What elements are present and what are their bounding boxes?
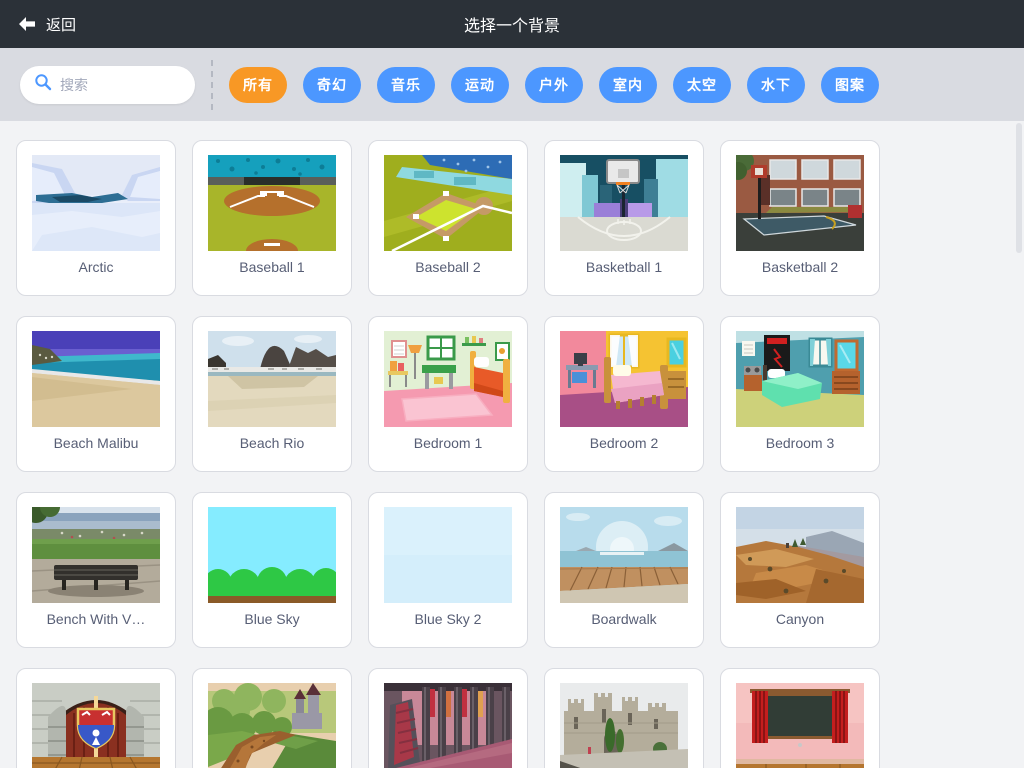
backdrop-card-blue-sky[interactable]: Blue Sky xyxy=(192,492,352,648)
backdrop-thumbnail xyxy=(560,683,688,768)
back-label: 返回 xyxy=(46,14,76,35)
backdrop-card-chalkboard[interactable] xyxy=(720,668,880,768)
category-music[interactable]: 音乐 xyxy=(377,67,435,103)
backdrop-card-bedroom-3[interactable]: Bedroom 3 xyxy=(720,316,880,472)
backdrop-card-basketball-1[interactable]: Basketball 1 xyxy=(544,140,704,296)
back-button[interactable]: 返回 xyxy=(0,0,92,48)
backdrop-card-castle-3[interactable] xyxy=(368,668,528,768)
backdrop-thumbnail xyxy=(736,683,864,768)
backdrop-name: Beach Rio xyxy=(193,435,351,451)
backdrop-name: Beach Malibu xyxy=(17,435,175,451)
backdrop-thumbnail xyxy=(384,683,512,768)
scrollbar-thumb[interactable] xyxy=(1016,123,1022,253)
backdrop-card-castle-4[interactable] xyxy=(544,668,704,768)
backdrop-name: Baseball 1 xyxy=(193,259,351,275)
backdrop-card-beach-malibu[interactable]: Beach Malibu xyxy=(16,316,176,472)
backdrop-gallery: Arctic Baseball 1 Baseball 2 Basketball … xyxy=(0,121,1024,768)
category-fantasy[interactable]: 奇幻 xyxy=(303,67,361,103)
backdrop-thumbnail xyxy=(736,507,864,603)
filter-divider xyxy=(211,60,213,110)
backdrop-card-baseball-1[interactable]: Baseball 1 xyxy=(192,140,352,296)
backdrop-thumbnail xyxy=(32,507,160,603)
backdrop-thumbnail xyxy=(384,155,512,251)
backdrop-name: Boardwalk xyxy=(545,611,703,627)
backdrop-card-castle-1[interactable] xyxy=(16,668,176,768)
backdrop-name: Bench With V… xyxy=(17,611,175,627)
backdrop-name: Arctic xyxy=(17,259,175,275)
backdrop-thumbnail xyxy=(32,331,160,427)
backdrop-name: Blue Sky xyxy=(193,611,351,627)
backdrop-name: Bedroom 3 xyxy=(721,435,879,451)
backdrop-grid: Arctic Baseball 1 Baseball 2 Basketball … xyxy=(0,121,1024,768)
backdrop-thumbnail xyxy=(384,507,512,603)
category-outdoors[interactable]: 户外 xyxy=(525,67,583,103)
category-patterns[interactable]: 图案 xyxy=(821,67,879,103)
category-space[interactable]: 太空 xyxy=(673,67,731,103)
backdrop-card-blue-sky-2[interactable]: Blue Sky 2 xyxy=(368,492,528,648)
category-all[interactable]: 所有 xyxy=(229,67,287,103)
backdrop-name: Bedroom 1 xyxy=(369,435,527,451)
backdrop-name: Bedroom 2 xyxy=(545,435,703,451)
top-bar: 返回 选择一个背景 xyxy=(0,0,1024,48)
backdrop-name: Basketball 1 xyxy=(545,259,703,275)
back-arrow-icon xyxy=(18,16,36,32)
page-title: 选择一个背景 xyxy=(0,12,1024,36)
backdrop-name: Baseball 2 xyxy=(369,259,527,275)
backdrop-thumbnail xyxy=(208,507,336,603)
backdrop-thumbnail xyxy=(32,155,160,251)
backdrop-name: Canyon xyxy=(721,611,879,627)
category-sports[interactable]: 运动 xyxy=(451,67,509,103)
category-underwater[interactable]: 水下 xyxy=(747,67,805,103)
backdrop-card-beach-rio[interactable]: Beach Rio xyxy=(192,316,352,472)
backdrop-card-baseball-2[interactable]: Baseball 2 xyxy=(368,140,528,296)
backdrop-thumbnail xyxy=(560,155,688,251)
backdrop-card-canyon[interactable]: Canyon xyxy=(720,492,880,648)
backdrop-thumbnail xyxy=(560,507,688,603)
search-icon xyxy=(34,73,60,96)
backdrop-card-arctic[interactable]: Arctic xyxy=(16,140,176,296)
backdrop-card-bedroom-1[interactable]: Bedroom 1 xyxy=(368,316,528,472)
backdrop-thumbnail xyxy=(736,331,864,427)
backdrop-thumbnail xyxy=(208,683,336,768)
backdrop-thumbnail xyxy=(32,683,160,768)
backdrop-thumbnail xyxy=(208,155,336,251)
backdrop-thumbnail xyxy=(736,155,864,251)
backdrop-card-basketball-2[interactable]: Basketball 2 xyxy=(720,140,880,296)
backdrop-name: Basketball 2 xyxy=(721,259,879,275)
search-box[interactable] xyxy=(20,66,195,104)
backdrop-card-bedroom-2[interactable]: Bedroom 2 xyxy=(544,316,704,472)
backdrop-thumbnail xyxy=(208,331,336,427)
backdrop-thumbnail xyxy=(384,331,512,427)
backdrop-thumbnail xyxy=(560,331,688,427)
search-input[interactable] xyxy=(60,77,170,93)
category-indoors[interactable]: 室内 xyxy=(599,67,657,103)
backdrop-card-boardwalk[interactable]: Boardwalk xyxy=(544,492,704,648)
backdrop-name: Blue Sky 2 xyxy=(369,611,527,627)
filter-bar: 所有 奇幻 音乐 运动 户外 室内 太空 水下 图案 xyxy=(0,48,1024,121)
backdrop-card-castle-2[interactable] xyxy=(192,668,352,768)
backdrop-card-bench-with-view[interactable]: Bench With V… xyxy=(16,492,176,648)
